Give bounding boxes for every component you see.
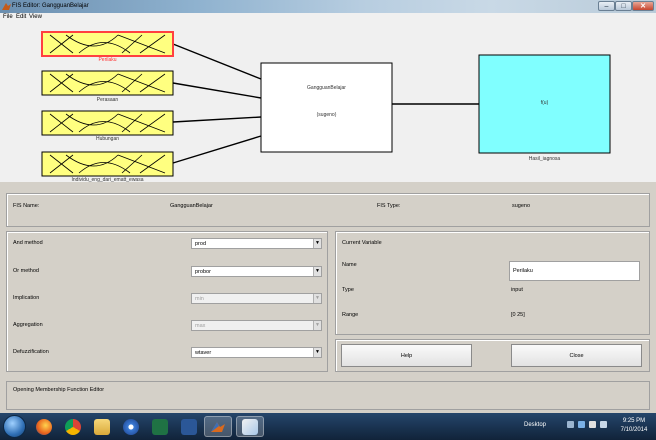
aggregation-label: Aggregation [13,322,43,328]
desktop-toolbar-label[interactable]: Desktop [524,422,546,428]
variable-name-input[interactable]: Perilaku [509,261,640,281]
menu-file[interactable]: File [3,14,13,20]
chevron-down-icon: ▼ [313,348,321,357]
defuzzification-label: Defuzzification [13,349,49,355]
aggregation-value: max [195,323,206,329]
fis-info-box: FIS Name: GangguanBelajar FIS Type: suge… [6,193,650,227]
implication-value: min [195,296,204,302]
chevron-down-icon: ▼ [313,267,321,276]
system-tray [567,421,607,428]
input-label-hubungan: Hubungan [95,136,120,142]
window-title: FIS Editor: GangguanBelajar [12,3,89,9]
network-icon[interactable] [578,421,585,428]
variable-range-label: Range [342,312,359,318]
variable-type-label: Type [342,287,354,293]
excel-icon[interactable] [146,416,174,437]
input-variable-hubungan[interactable] [41,110,174,136]
fis-name-value: GangguanBelajar [170,203,213,209]
status-box: Opening Membership Function Editor [6,381,650,410]
system-name-label: GangguanBelajar [307,85,346,91]
clock-time: 9:25 PM [622,418,646,424]
maximize-button[interactable]: □ [615,1,632,11]
status-text: Opening Membership Function Editor [13,387,105,393]
output-function-label: f(u) [540,100,549,106]
input-label-perasaan: Perasaan [96,97,119,103]
matlab-icon[interactable] [204,416,232,437]
minimize-button[interactable]: – [598,1,615,11]
variable-range-value: [0 25] [511,312,525,318]
chevron-down-icon: ▼ [313,294,321,303]
firefox-icon[interactable] [30,416,58,437]
fis-name-label: FIS Name: [13,203,40,209]
matlab-logo-icon [211,421,225,432]
and-method-value: prod [195,241,207,247]
or-method-value: probor [195,269,211,275]
media-player-icon[interactable] [117,416,145,437]
fis-system-box[interactable] [260,62,393,153]
menu-bar: File Edit View [0,13,656,22]
close-button[interactable]: Close [511,344,642,367]
chevron-down-icon: ▼ [313,321,321,330]
clock-date: 7/10/2014 [620,427,648,433]
close-window-button[interactable]: ✕ [632,1,654,11]
matlab-app-icon [2,3,11,10]
chevron-down-icon: ▼ [313,239,321,248]
and-method-select[interactable]: prod ▼ [191,238,322,249]
chrome-icon[interactable] [59,416,87,437]
variable-type-value: input [511,287,523,293]
fis-type-label: FIS Type: [377,203,401,209]
input-variable-perasaan[interactable] [41,70,174,96]
and-method-label: And method [13,240,43,246]
buttons-box: Help Close [335,339,650,372]
implication-label: Implication [13,295,40,301]
defuzzification-value: wtaver [195,350,212,356]
implication-select[interactable]: min ▼ [191,293,322,304]
input-label-perilaku: Perilaku [98,57,117,63]
current-variable-box: Current Variable Name Perilaku Type inpu… [335,231,650,335]
output-name-label: Hasil_iagnosa [528,156,561,162]
taskbar: Desktop 9:25 PM 7/10/2014 [0,413,656,440]
help-button[interactable]: Help [341,344,472,367]
paint-icon[interactable] [236,416,264,437]
fis-type-value: sugeno [512,203,531,209]
word-icon[interactable] [175,416,203,437]
file-explorer-icon[interactable] [88,416,116,437]
defuzzification-select[interactable]: wtaver ▼ [191,347,322,358]
variable-name-label: Name [342,262,357,268]
menu-view[interactable]: View [29,14,42,20]
show-hidden-icons-icon[interactable] [567,421,574,428]
title-bar: FIS Editor: GangguanBelajar – □ ✕ [0,0,656,13]
or-method-label: Or method [13,268,39,274]
methods-box: And method prod ▼ Or method probor ▼ Imp… [6,231,328,372]
input-variable-individu[interactable] [41,151,174,177]
start-button[interactable] [3,415,26,438]
menu-edit[interactable]: Edit [16,14,26,20]
fis-diagram: Perilaku Perasaan Hubungan Individu_eng_… [0,22,656,183]
current-variable-heading: Current Variable [342,240,382,246]
aggregation-select[interactable]: max ▼ [191,320,322,331]
or-method-select[interactable]: probor ▼ [191,266,322,277]
input-variable-perilaku[interactable] [41,31,174,57]
fis-properties-panel: FIS Name: GangguanBelajar FIS Type: suge… [0,183,656,413]
action-center-icon[interactable] [600,421,607,428]
volume-icon[interactable] [589,421,596,428]
system-type-label: (sugeno) [316,112,337,118]
taskbar-clock[interactable]: 9:25 PM 7/10/2014 [616,417,652,435]
